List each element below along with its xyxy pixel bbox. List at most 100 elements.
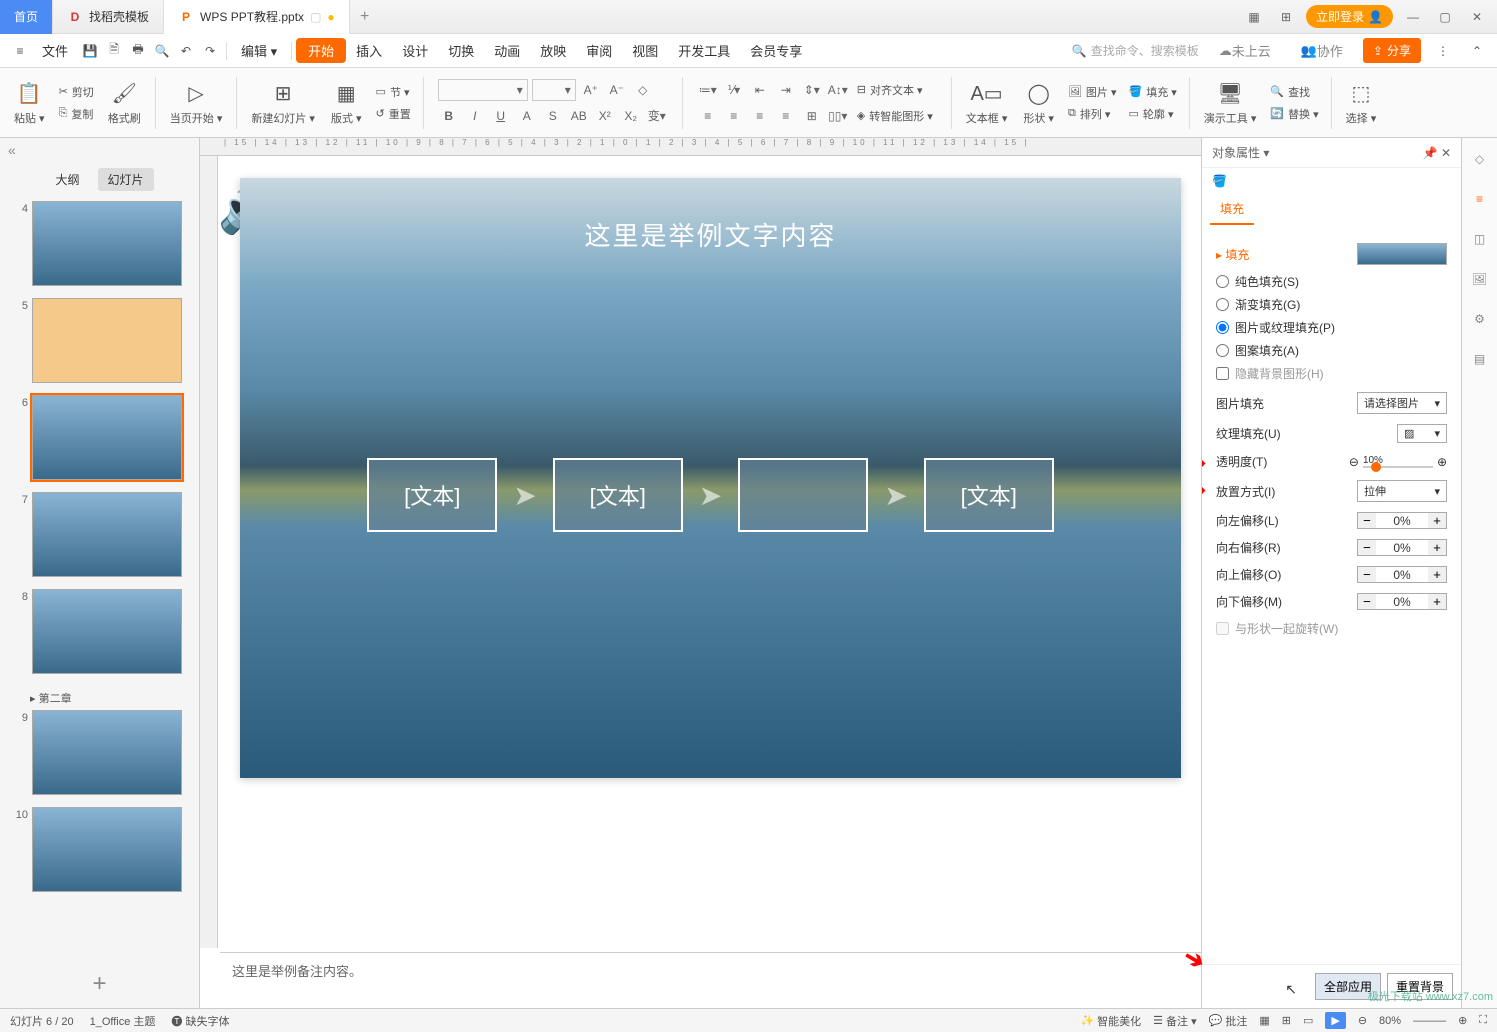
thumbnail-6[interactable]: 6 — [10, 395, 189, 480]
bullets-icon[interactable]: ≔▾ — [697, 79, 719, 101]
clear-format-icon[interactable]: ◇ — [632, 79, 654, 101]
menu-tab-transition[interactable]: 切换 — [438, 34, 484, 68]
thumbnail-7[interactable]: 7 — [10, 492, 189, 577]
italic-icon[interactable]: I — [464, 105, 486, 127]
offset-bottom-spinner[interactable]: −0%+ — [1357, 593, 1447, 610]
tab-template[interactable]: D 找稻壳模板 — [53, 0, 164, 34]
slider-plus-icon[interactable]: ⊕ — [1437, 455, 1447, 469]
slide-title-text[interactable]: 这里是举例文字内容 — [240, 216, 1181, 253]
find-button[interactable]: 🔍查找 — [1266, 82, 1322, 102]
view-sorter-icon[interactable]: ⊞ — [1282, 1014, 1291, 1027]
menu-edit[interactable]: 编辑 ▾ — [231, 34, 287, 68]
menu-tab-review[interactable]: 审阅 — [576, 34, 622, 68]
missing-font[interactable]: 🅣 缺失字体 — [171, 1013, 229, 1029]
slide-canvas[interactable]: 这里是举例文字内容 [文本] ➤ [文本] ➤ ➤ [文本] — [240, 178, 1181, 778]
new-slide-button[interactable]: ⊞新建幻灯片 ▾ — [245, 78, 321, 128]
view-normal-icon[interactable]: ▦ — [1259, 1014, 1269, 1027]
add-slide-button[interactable]: + — [0, 960, 199, 1008]
image-button[interactable]: 🖼图片 ▾ — [1064, 82, 1121, 102]
font-inc-icon[interactable]: A⁺ — [580, 79, 602, 101]
saveas-icon[interactable]: 🗎 — [102, 39, 126, 63]
cut-button[interactable]: ✂剪切 — [55, 82, 98, 102]
indent-dec-icon[interactable]: ⇤ — [749, 79, 771, 101]
menu-icon[interactable]: ≡ — [8, 39, 32, 63]
demo-tool-button[interactable]: 🖥演示工具 ▾ — [1198, 78, 1263, 128]
texture-fill-select[interactable]: ▨▾ — [1397, 424, 1447, 443]
underline-icon[interactable]: U — [490, 105, 512, 127]
image-fill-select[interactable]: 请选择图片▾ — [1357, 392, 1447, 414]
select-button[interactable]: ⬚选择 ▾ — [1340, 78, 1383, 128]
fit-window-icon[interactable]: ⛶ — [1479, 1014, 1487, 1027]
chapter-label[interactable]: ▸ 第二章 — [10, 686, 189, 710]
apps-icon[interactable]: ⊞ — [1274, 5, 1298, 29]
thumbnail-5[interactable]: 5 — [10, 298, 189, 383]
check-rotate-with[interactable]: 与形状一起旋转(W) — [1216, 620, 1447, 637]
bold-icon[interactable]: B — [438, 105, 460, 127]
subscript-icon[interactable]: X₂ — [620, 105, 642, 127]
share-button[interactable]: ⇪ 分享 — [1363, 38, 1421, 63]
offset-right-spinner[interactable]: −0%+ — [1357, 539, 1447, 556]
align-right-icon[interactable]: ≡ — [749, 105, 771, 127]
tab-outline[interactable]: 大纲 — [45, 168, 89, 191]
text-box-3[interactable] — [738, 458, 868, 532]
page-start-button[interactable]: ▷当页开始 ▾ — [164, 78, 229, 128]
font-color-icon[interactable]: A — [516, 105, 538, 127]
check-hide-bg[interactable]: 隐藏背景图形(H) — [1216, 365, 1447, 382]
offset-left-spinner[interactable]: −0%+ — [1357, 512, 1447, 529]
align-justify-icon[interactable]: ≡ — [775, 105, 797, 127]
strike-icon[interactable]: S — [542, 105, 564, 127]
shape-button[interactable]: ◯形状 ▾ — [1017, 78, 1060, 128]
beautify-button[interactable]: ✨ 智能美化 — [1080, 1013, 1141, 1029]
window-maximize[interactable]: ▢ — [1433, 5, 1457, 29]
grid-icon[interactable]: ▦ — [1242, 5, 1266, 29]
side-tool-select[interactable]: ≡ — [1469, 188, 1491, 210]
menu-tab-dev[interactable]: 开发工具 — [668, 34, 740, 68]
placement-select[interactable]: 拉伸▾ — [1357, 480, 1447, 502]
thumbnail-4[interactable]: 4 — [10, 201, 189, 286]
side-tool-shape[interactable]: ◇ — [1469, 148, 1491, 170]
radio-solid[interactable]: 纯色填充(S) — [1216, 273, 1447, 290]
menu-tab-show[interactable]: 放映 — [530, 34, 576, 68]
close-icon[interactable]: ✕ — [1441, 146, 1451, 160]
reset-button[interactable]: ↺重置 — [372, 104, 415, 124]
tab-file[interactable]: P WPS PPT教程.pptx ▢ ● — [164, 0, 350, 34]
view-reading-icon[interactable]: ▭ — [1303, 1014, 1313, 1027]
menu-tab-vip[interactable]: 会员专享 — [740, 34, 812, 68]
align-center-icon[interactable]: ≡ — [723, 105, 745, 127]
notes-button[interactable]: ☰ 备注 ▾ — [1153, 1013, 1196, 1029]
distribute-icon[interactable]: ⊞ — [801, 105, 823, 127]
more-icon[interactable]: ⋮ — [1431, 39, 1455, 63]
props-tab-fill[interactable]: 填充 — [1210, 194, 1254, 225]
line-space-icon[interactable]: ⇕▾ — [801, 79, 823, 101]
textbox-button[interactable]: A▭文本框 ▾ — [960, 78, 1014, 128]
slider-minus-icon[interactable]: ⊖ — [1349, 455, 1359, 469]
menu-tab-start[interactable]: 开始 — [296, 38, 346, 63]
text-box-4[interactable]: [文本] — [924, 458, 1054, 532]
window-minimize[interactable]: — — [1401, 5, 1425, 29]
side-tool-image[interactable]: 🖼 — [1469, 268, 1491, 290]
tab-add[interactable]: + — [350, 8, 380, 26]
thumbnail-9[interactable]: 9 — [10, 710, 189, 795]
notes-area[interactable]: 这里是举例备注内容。 — [220, 952, 1201, 1008]
font-family-select[interactable]: ▾ — [438, 79, 528, 101]
nav-back-icon[interactable]: « — [0, 138, 199, 162]
font-size-select[interactable]: ▾ — [532, 79, 576, 101]
thumbnail-list[interactable]: 4 5 6 7 8 ▸ 第二章 9 10 — [0, 197, 199, 960]
cloud-status[interactable]: ☁ 未上云 — [1209, 34, 1281, 68]
tab-home[interactable]: 首页 — [0, 0, 53, 34]
indent-inc-icon[interactable]: ⇥ — [775, 79, 797, 101]
thumbnail-8[interactable]: 8 — [10, 589, 189, 674]
side-tool-settings[interactable]: ⚙ — [1469, 308, 1491, 330]
comments-button[interactable]: 💬 批注 — [1209, 1013, 1248, 1029]
radio-picture[interactable]: 图片或纹理填充(P) — [1216, 319, 1447, 336]
section-fill-label[interactable]: ▸ 填充 — [1216, 246, 1249, 263]
font-dec-icon[interactable]: A⁻ — [606, 79, 628, 101]
props-title[interactable]: 对象属性 ▾ — [1212, 144, 1269, 161]
menu-tab-view[interactable]: 视图 — [622, 34, 668, 68]
menu-file[interactable]: 文件 — [32, 34, 78, 68]
columns-icon[interactable]: ▯▯▾ — [827, 105, 849, 127]
layout-button[interactable]: ▦版式 ▾ — [325, 78, 368, 128]
tab-slides[interactable]: 幻灯片 — [98, 168, 154, 191]
replace-button[interactable]: 🔄替换 ▾ — [1266, 104, 1322, 124]
smart-shape-button[interactable]: ◈ 转智能图形 ▾ — [853, 106, 937, 126]
